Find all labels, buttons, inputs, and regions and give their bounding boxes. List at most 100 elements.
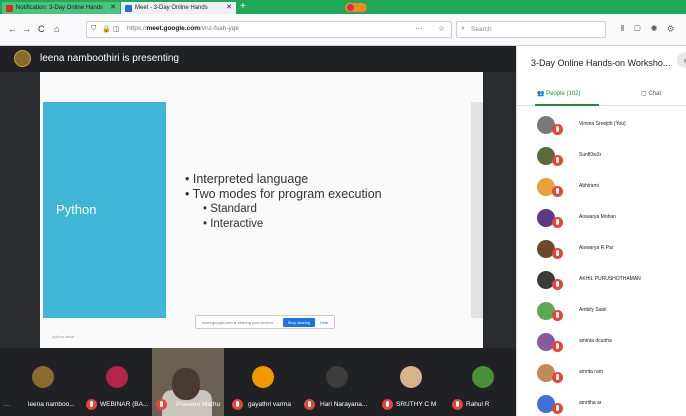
tab-label: Notification: 3-Day Online Hands	[16, 5, 104, 11]
slide-bullet: • Two modes for program execution	[185, 187, 382, 201]
list-item[interactable]: Aiswarya Mohan	[517, 203, 686, 234]
slide-content: • Interpreted language • Two modes for p…	[185, 172, 382, 232]
slide-scrollbar[interactable]	[471, 102, 483, 318]
participant-name: aminta dcunha	[579, 338, 612, 344]
close-tab-icon[interactable]: ✕	[226, 2, 232, 14]
list-item[interactable]: amrita ram	[517, 358, 686, 389]
share-message: meet.google.com is sharing your screen.	[202, 320, 275, 325]
slide-bullet: • Interpreted language	[185, 172, 309, 186]
tab-people[interactable]: 👥 People (102)	[537, 90, 581, 97]
slide-title-band: Python	[43, 102, 166, 318]
list-item[interactable]: amritha ar	[517, 389, 686, 416]
lock-icon[interactable]: 🔒	[102, 25, 111, 33]
muted-mic-icon	[452, 399, 463, 410]
camera-permission-icon[interactable]: ◫	[113, 25, 120, 33]
browser-tab-strip: Notification: 3-Day Online Hands ✕ Meet …	[0, 0, 686, 14]
list-item[interactable]: Ambily Sanil	[517, 296, 686, 327]
participant-tile[interactable]: leena namboo...	[20, 348, 80, 416]
participant-name: Vimina Sreejith (You)	[579, 121, 626, 127]
participant-label: leena namboo...	[28, 401, 75, 408]
forward-icon[interactable]: →	[22, 24, 31, 34]
close-panel-icon[interactable]: ›	[677, 52, 686, 68]
list-item[interactable]: AKHIL PURUSHOTHAMAN	[517, 265, 686, 296]
tab-people-label: People (102)	[546, 91, 581, 97]
new-tab-button[interactable]: +	[240, 1, 246, 12]
browser-tab-meet[interactable]: Meet - 3-Day Online Hands ✕	[121, 2, 236, 14]
search-box[interactable]: ⌕ Search	[456, 21, 606, 38]
muted-mic-icon	[156, 399, 167, 410]
shield-icon[interactable]: ⛉	[91, 25, 96, 33]
page-actions-icon[interactable]: ···	[415, 24, 423, 33]
participant-video-tile[interactable]: Praveen Mathu	[152, 348, 224, 416]
reload-icon[interactable]: C	[38, 24, 45, 34]
gmail-icon	[6, 5, 13, 12]
participant-filmstrip: ··· leena namboo... WEBINAR (BA... Prave…	[0, 348, 516, 416]
search-icon: ⌕	[461, 25, 465, 32]
hide-link[interactable]: Hide	[320, 320, 328, 325]
participant-tile[interactable]: WEBINAR (BA...	[82, 348, 152, 416]
participant-tile[interactable]: gayathri varma	[228, 348, 298, 416]
list-item[interactable]: aminta dcunha	[517, 327, 686, 358]
participant-name: Abhirami	[579, 183, 599, 189]
muted-mic-icon	[552, 155, 563, 166]
participant-tile[interactable]: SRUTHY C M	[378, 348, 448, 416]
participant-tile[interactable]: Hari Narayana...	[300, 348, 376, 416]
avatar	[252, 366, 274, 388]
list-item[interactable]: Aiswarya R Par	[517, 234, 686, 265]
muted-mic-icon	[552, 124, 563, 135]
avatar	[400, 366, 422, 388]
back-icon[interactable]: ←	[8, 24, 17, 34]
more-options-icon[interactable]: ···	[3, 401, 11, 410]
participant-tile[interactable]: Rahul R	[450, 348, 510, 416]
people-panel: 3-Day Online Hands-on Worksho... › 👥 Peo…	[516, 46, 686, 416]
stop-sharing-button[interactable]: Stop sharing	[283, 318, 315, 327]
url-prefix: https://	[127, 25, 147, 32]
shared-slide: Python • Interpreted language • Two mode…	[40, 72, 483, 348]
active-tab-indicator	[535, 104, 599, 106]
muted-mic-icon	[552, 248, 563, 259]
muted-mic-icon	[382, 399, 393, 410]
participant-label: WEBINAR (BA...	[100, 401, 149, 408]
url-bar[interactable]: ⛉ 🔒 ◫ https://meet.google.com/vnz-fsah-y…	[86, 21, 452, 38]
participant-label: Hari Narayana...	[320, 401, 368, 408]
slide-sub-bullet: • Interactive	[203, 218, 264, 230]
muted-mic-icon	[552, 310, 563, 321]
participant-label: SRUTHY C M	[396, 401, 437, 408]
participant-name: Ambily Sanil	[579, 307, 607, 313]
slide-sub-bullet: • Standard	[203, 203, 257, 215]
toolbar-icons[interactable]: ⫴ ▢ ◉ ⚙	[621, 24, 678, 34]
recording-indicator-icon	[345, 3, 367, 12]
participant-list: Vimina Sreejith (You) Sunfl0w3r Abhirami…	[517, 110, 686, 416]
participant-label: Rahul R	[466, 401, 490, 408]
muted-mic-icon	[552, 403, 563, 414]
browser-tab-notification[interactable]: Notification: 3-Day Online Hands ✕	[2, 2, 120, 14]
bookmark-star-icon[interactable]: ☆	[438, 24, 445, 33]
avatar	[472, 366, 494, 388]
tab-chat-label: Chat	[648, 91, 662, 97]
tab-label: Meet - 3-Day Online Hands	[135, 5, 208, 11]
browser-navbar: ← → C ⌂ ⛉ 🔒 ◫ https://meet.google.com/vn…	[0, 14, 686, 46]
url-domain: meet.google.com	[146, 25, 200, 32]
meet-icon	[125, 5, 132, 12]
list-item[interactable]: Abhirami	[517, 172, 686, 203]
url-text[interactable]: https://meet.google.com/vnz-fsah-yqe	[127, 25, 239, 32]
home-icon[interactable]: ⌂	[54, 24, 59, 34]
list-item[interactable]: Sunfl0w3r	[517, 141, 686, 172]
participant-label: gayathri varma	[248, 401, 291, 408]
avatar	[326, 366, 348, 388]
muted-mic-icon	[552, 186, 563, 197]
screen-share-notice: meet.google.com is sharing your screen. …	[195, 315, 335, 329]
url-path: /vnz-fsah-yqe	[199, 25, 240, 32]
avatar	[32, 366, 54, 388]
close-tab-icon[interactable]: ✕	[110, 2, 116, 14]
presenter-text: leena namboothiri is presenting	[40, 53, 179, 64]
muted-mic-icon	[552, 341, 563, 352]
muted-mic-icon	[86, 399, 97, 410]
muted-mic-icon	[552, 279, 563, 290]
participant-name: Aiswarya Mohan	[579, 214, 616, 220]
panel-tabs: 👥 People (102) ▢ Chat	[517, 84, 686, 106]
tab-chat[interactable]: ▢ Chat	[641, 90, 661, 97]
slide-footer: python-asun	[52, 334, 75, 339]
list-item[interactable]: Vimina Sreejith (You)	[517, 110, 686, 141]
participant-label: Praveen Mathu	[176, 401, 221, 408]
